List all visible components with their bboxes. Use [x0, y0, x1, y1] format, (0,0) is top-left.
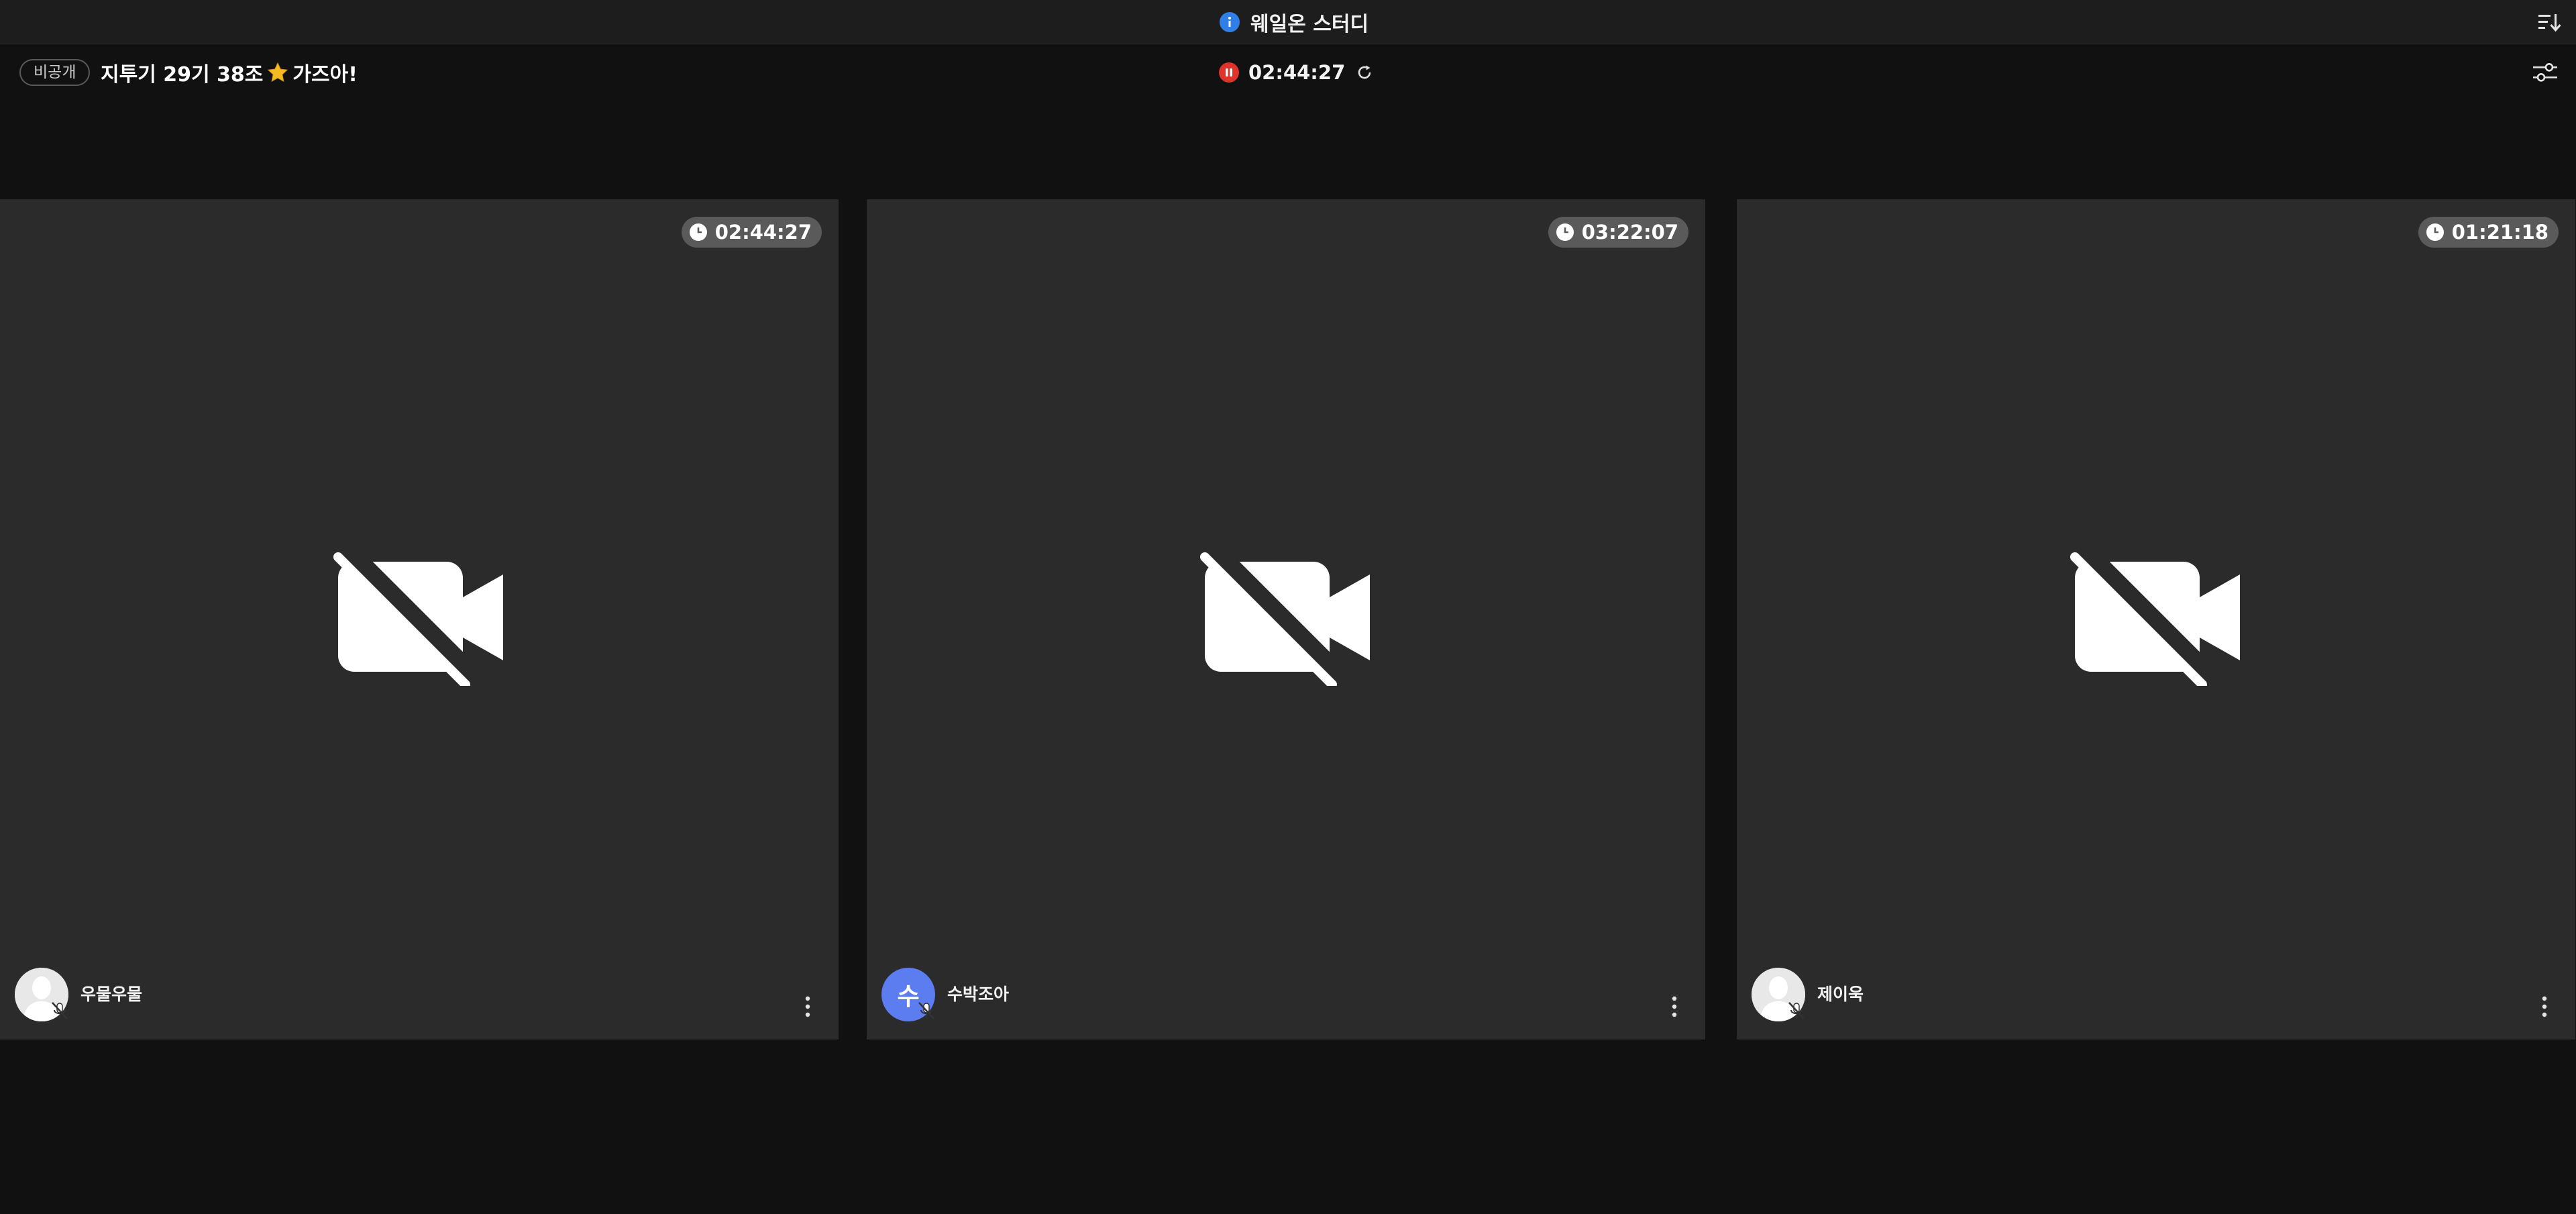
mic-off-icon	[1788, 1002, 1805, 1019]
study-time: 01:21:18	[2451, 221, 2548, 244]
clock-icon	[2426, 223, 2444, 241]
study-time-badge: 01:21:18	[2418, 217, 2559, 248]
star-icon	[268, 62, 288, 82]
camera-off-icon	[2070, 552, 2240, 686]
more-options-icon[interactable]	[2539, 993, 2550, 1020]
sort-list-icon[interactable]	[2537, 11, 2561, 34]
camera-off-icon	[333, 552, 503, 686]
study-time-badge: 03:22:07	[1548, 217, 1688, 248]
room-title-text: 지투기 29기 38조	[101, 63, 264, 87]
pause-button[interactable]	[1219, 62, 1239, 83]
participant-name: 제이욱	[1817, 984, 1864, 1004]
participant-tile[interactable]: 02:44:27 우물우물	[0, 199, 839, 1040]
info-icon[interactable]	[1220, 12, 1240, 32]
clock-icon	[1556, 223, 1574, 241]
settings-sliders-icon[interactable]	[2532, 60, 2559, 85]
app-title: 웨일온 스터디	[1250, 13, 1369, 36]
room-title: 지투기 29기 38조 가즈아!	[101, 58, 358, 87]
participant-name: 우물우물	[80, 984, 143, 1004]
clock-icon	[689, 223, 707, 241]
mic-off-icon	[918, 1002, 934, 1019]
mic-off-icon	[52, 1002, 68, 1019]
more-options-icon[interactable]	[1669, 993, 1680, 1020]
participant-tile[interactable]: 01:21:18 제이욱	[1737, 199, 2575, 1040]
more-options-icon[interactable]	[802, 993, 813, 1020]
room-title-suffix: 가즈아!	[292, 63, 358, 87]
title-bar: 웨일온 스터디	[0, 0, 2576, 44]
camera-off-icon	[1200, 552, 1370, 686]
title-group: 웨일온 스터디	[1220, 9, 1368, 36]
pause-icon	[1226, 68, 1232, 77]
room-header: 비공개 지투기 29기 38조 가즈아! 02:44:27	[0, 44, 2576, 101]
participant-tile[interactable]: 03:22:07 수 수박조아	[867, 199, 1705, 1040]
refresh-icon[interactable]	[1354, 62, 1375, 83]
participant-name: 수박조아	[947, 984, 1010, 1004]
total-timer-group: 02:44:27	[1219, 59, 1375, 86]
total-timer: 02:44:27	[1248, 61, 1346, 84]
study-time-badge: 02:44:27	[681, 217, 822, 248]
study-time: 03:22:07	[1581, 221, 1678, 244]
study-time: 02:44:27	[714, 221, 812, 244]
visibility-badge: 비공개	[19, 59, 91, 86]
